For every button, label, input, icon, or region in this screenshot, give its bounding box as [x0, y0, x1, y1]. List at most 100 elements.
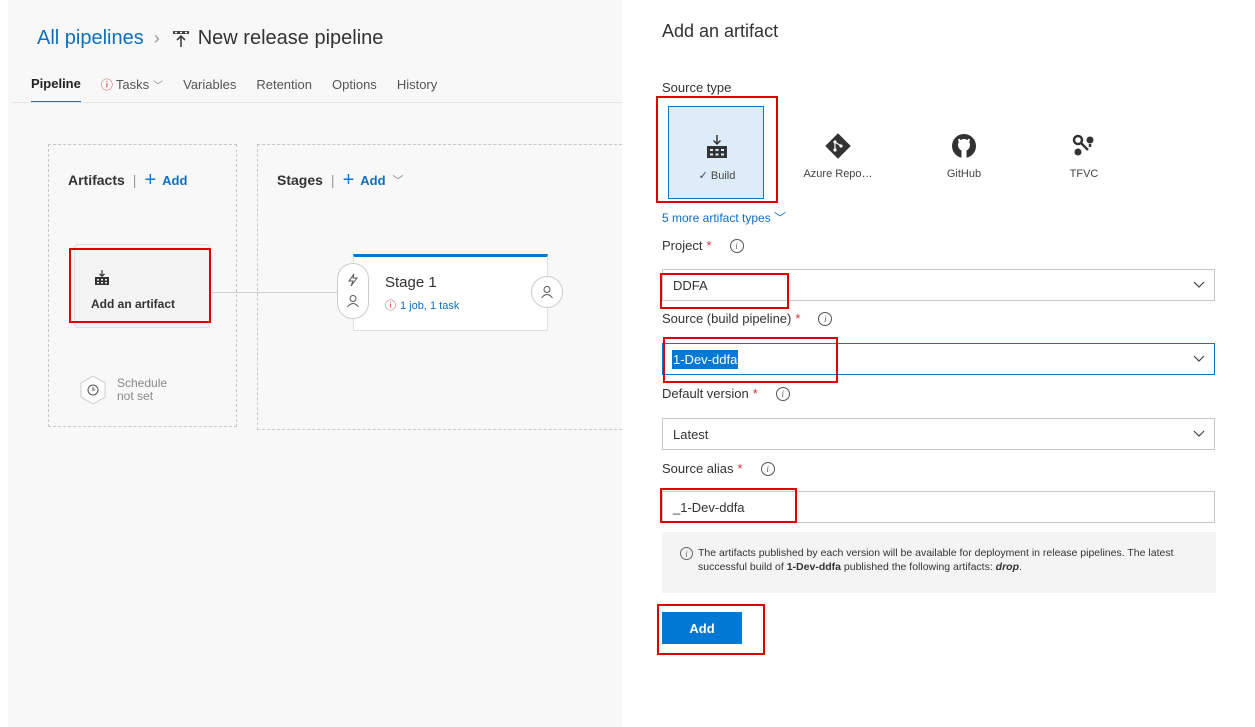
add-artifact-label: Add an artifact — [91, 297, 176, 311]
source-type-azure-repos-label: Azure Repo… — [803, 168, 873, 180]
info-text-part: . — [1018, 561, 1022, 573]
source-type-github[interactable]: GitHub — [916, 106, 1012, 199]
info-icon[interactable]: i — [729, 238, 744, 253]
tab-variables[interactable]: Variables — [183, 76, 236, 103]
warning-icon: ⓘ — [385, 300, 396, 312]
source-type-label-text: Source type — [662, 80, 732, 95]
project-value: DDFA — [673, 278, 708, 293]
build-label-text: Build — [710, 170, 736, 182]
source-type-github-label: GitHub — [946, 168, 982, 180]
more-artifact-types-link[interactable]: 5 more artifact types ﹀ — [662, 209, 786, 226]
stage-meta-text: 1 job, 1 task — [400, 300, 460, 312]
tab-pipeline-label: Pipeline — [31, 76, 81, 91]
required-marker: * — [737, 461, 743, 476]
source-label: Source (build pipeline) * i — [662, 311, 833, 326]
checkmark-icon: ✓ — [698, 170, 711, 182]
default-version-value: Latest — [673, 427, 709, 442]
required-marker: * — [752, 386, 758, 401]
info-icon[interactable]: i — [760, 461, 775, 476]
pipeline-tabs: Pipeline ⓘ Tasks ﹀ Variables Retention Opt… — [31, 76, 457, 103]
tab-pipeline[interactable]: Pipeline — [31, 76, 81, 103]
tab-tasks[interactable]: ⓘ Tasks ﹀ — [101, 76, 163, 103]
source-type-azure-repos[interactable]: Azure Repo… — [790, 106, 886, 199]
schedule-trigger[interactable]: Schedule not set — [77, 374, 167, 406]
tab-options[interactable]: Options — [332, 76, 377, 103]
artifact-stage-connector — [210, 292, 338, 293]
stage-name: Stage 1 — [385, 274, 437, 291]
tabs-divider — [12, 102, 622, 103]
source-type-tfvc-label: TFVC — [1069, 168, 1099, 180]
pre-deployment-conditions[interactable] — [337, 263, 369, 319]
info-pipeline-name: 1-Dev-ddfa — [786, 561, 841, 573]
artifact-info-message: i The artifacts published by each versio… — [662, 532, 1216, 593]
person-icon — [347, 295, 359, 308]
header-divider: | — [330, 172, 335, 188]
add-stage-link[interactable]: Add — [360, 173, 385, 188]
schedule-line2: not set — [117, 389, 154, 403]
plus-icon[interactable]: + — [144, 170, 156, 190]
header-divider: | — [132, 172, 137, 188]
tab-history-label: History — [396, 77, 438, 92]
artifacts-header: Artifacts | + Add — [68, 170, 187, 190]
add-button[interactable]: Add — [662, 612, 742, 644]
default-version-label-text: Default version — [662, 386, 749, 401]
more-types-text: 5 more artifact types — [662, 211, 771, 225]
source-label-text: Source (build pipeline) — [662, 311, 792, 326]
source-value: 1-Dev-ddfa — [672, 350, 739, 369]
chevron-down-icon — [1193, 355, 1205, 362]
post-deployment-conditions[interactable] — [531, 276, 563, 308]
source-type-label: Source type — [662, 80, 731, 95]
source-alias-value: _1-Dev-ddfa — [673, 500, 745, 515]
build-icon — [707, 135, 727, 158]
info-text: The artifacts published by each version … — [698, 546, 1210, 574]
stage-meta[interactable]: ⓘ 1 job, 1 task — [385, 297, 459, 313]
project-label: Project * i — [662, 238, 744, 253]
plus-icon[interactable]: + — [343, 170, 355, 190]
tab-tasks-label: Tasks — [115, 77, 150, 92]
source-type-tfvc[interactable]: TFVC — [1036, 106, 1132, 199]
tab-history[interactable]: History — [397, 76, 437, 103]
project-label-text: Project — [662, 238, 703, 253]
info-icon[interactable]: i — [775, 386, 790, 401]
info-artifact-name: drop — [995, 561, 1019, 573]
tfvc-icon — [1072, 134, 1094, 156]
add-artifact-panel: Add an artifact Source type ✓ Build Azur… — [622, 0, 1255, 727]
source-alias-label: Source alias * i — [662, 461, 775, 476]
tab-retention[interactable]: Retention — [256, 76, 312, 103]
default-version-label: Default version * i — [662, 386, 790, 401]
stage-card[interactable]: Stage 1 ⓘ 1 job, 1 task — [353, 254, 548, 331]
info-text-part: published the following artifacts: — [840, 561, 996, 573]
breadcrumb-all-pipelines[interactable]: All pipelines — [37, 27, 144, 50]
source-type-build[interactable]: ✓ Build — [668, 106, 764, 199]
add-artifact-link[interactable]: Add — [162, 173, 187, 188]
stages-header: Stages | + Add ﹀ — [277, 170, 404, 190]
info-icon[interactable]: i — [818, 311, 833, 326]
tab-options-label: Options — [332, 77, 377, 92]
person-icon — [541, 286, 553, 299]
breadcrumb-separator: › — [153, 28, 160, 48]
project-dropdown[interactable]: DDFA — [662, 269, 1215, 301]
github-icon — [952, 134, 976, 158]
chevron-down-icon — [1193, 430, 1205, 437]
release-pipeline-icon — [172, 30, 189, 47]
required-marker: * — [795, 311, 801, 326]
source-alias-input[interactable]: _1-Dev-ddfa — [662, 491, 1215, 523]
add-artifact-card[interactable]: Add an artifact — [74, 244, 210, 328]
chevron-down-icon[interactable]: ﹀ — [393, 172, 404, 188]
tab-retention-label: Retention — [256, 77, 312, 92]
pipeline-canvas: All pipelines › New release pipeline Pip… — [0, 0, 622, 727]
tab-variables-label: Variables — [183, 77, 237, 92]
artifacts-title: Artifacts — [68, 172, 125, 188]
breadcrumb-current: New release pipeline — [197, 27, 384, 49]
chevron-down-icon: ﹀ — [153, 81, 164, 92]
build-icon — [95, 270, 109, 285]
panel-title: Add an artifact — [662, 21, 779, 41]
chevron-down-icon: ﹀ — [770, 211, 787, 225]
breadcrumb: All pipelines › New release pipeline — [37, 27, 383, 50]
default-version-dropdown[interactable]: Latest — [662, 418, 1215, 450]
chevron-down-icon — [1193, 281, 1205, 288]
left-edge — [0, 0, 8, 727]
stages-title: Stages — [277, 172, 323, 188]
source-dropdown[interactable]: 1-Dev-ddfa — [662, 343, 1215, 375]
required-marker: * — [706, 238, 712, 253]
